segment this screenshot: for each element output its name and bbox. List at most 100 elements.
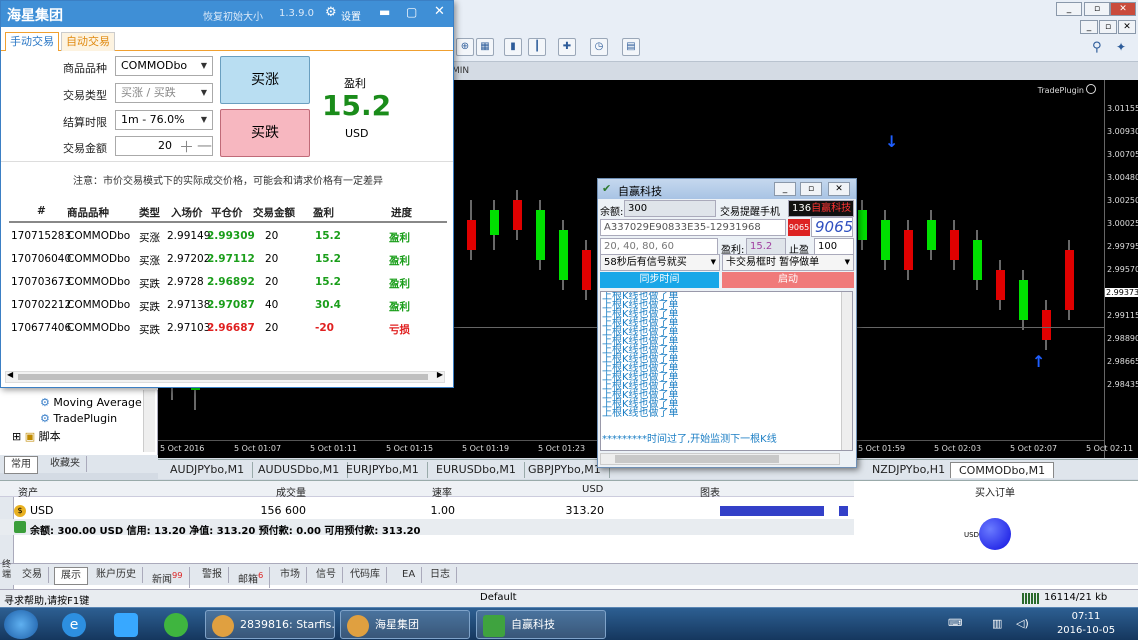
taskbar-zhiying[interactable]: 自赢科技 xyxy=(476,610,606,639)
scroll-left-icon[interactable]: ◀ xyxy=(7,370,13,379)
table-row[interactable]: 170715283 COMMODbo 买涨 2.99149 2.99309 20 15.2 盈… xyxy=(1,230,453,250)
tray-volume-icon[interactable]: ◁) xyxy=(1016,617,1029,630)
terminal-tab[interactable]: 交易 xyxy=(16,567,49,583)
tab-common[interactable]: 常用 xyxy=(4,456,38,474)
clock-time[interactable]: 07:11 xyxy=(1058,611,1114,622)
tray-keyboard-icon[interactable]: ⌨ xyxy=(948,618,962,629)
chart-tab[interactable]: AUDJPYbo,M1 xyxy=(162,462,254,478)
terminal-tab[interactable]: EA xyxy=(396,567,423,583)
candle-body xyxy=(973,240,982,280)
terminal-tab[interactable]: 邮箱6 xyxy=(232,567,271,589)
start-button[interactable]: 启动 xyxy=(722,272,854,288)
horizontal-scrollbar[interactable]: ◀ ▶ xyxy=(5,370,445,383)
bird-app-icon[interactable] xyxy=(114,613,138,637)
terminal-tab[interactable]: 警报 xyxy=(196,567,229,583)
haixing-titlebar[interactable]: 海星集团 恢复初始大小 1.3.9.0 ⚙ 设置 ▬ ▢ ✕ xyxy=(1,1,453,27)
expiry-select[interactable]: 1m - 76.0% ▼ xyxy=(115,110,213,130)
candlestick-icon[interactable]: ┃ xyxy=(528,38,546,56)
signal-wait-select[interactable]: 58秒后有信号就买 ▼ xyxy=(600,254,720,271)
timeframe-label[interactable]: MIN xyxy=(452,66,469,76)
zhiying-titlebar[interactable]: ✔ 自赢科技 _ ▫ ✕ xyxy=(598,179,856,199)
tray-network-icon[interactable]: ▥ xyxy=(992,617,1002,630)
settings-icon[interactable]: ⚙ xyxy=(325,5,337,20)
bar-chart-icon[interactable]: ▮ xyxy=(504,38,522,56)
child-minimize-icon[interactable]: _ xyxy=(1080,20,1098,34)
close-icon[interactable]: ✕ xyxy=(828,182,850,196)
pause-mode-select[interactable]: 卡交易框时 暂停做单 ▼ xyxy=(722,254,854,271)
product-select[interactable]: COMMODbo ▼ xyxy=(115,56,213,76)
zoom-in-icon[interactable]: ⊕ xyxy=(456,38,474,56)
taskbar-haixing[interactable]: 海星集团 xyxy=(340,610,470,639)
start-button[interactable] xyxy=(4,610,38,639)
maximize-icon[interactable]: ▫ xyxy=(1084,2,1110,16)
log-scrollbar[interactable] xyxy=(841,292,852,450)
child-close-icon[interactable]: ✕ xyxy=(1118,20,1136,34)
close-icon[interactable]: ✕ xyxy=(434,4,445,19)
terminal-tab[interactable]: 新闻99 xyxy=(146,567,190,589)
scroll-right-icon[interactable]: ▶ xyxy=(437,370,443,379)
terminal-tab[interactable]: 展示 xyxy=(54,567,88,585)
hscroll-thumb[interactable] xyxy=(615,455,779,463)
plus-icon[interactable]: ＋ xyxy=(179,136,194,157)
table-cell: 170715283 xyxy=(11,230,72,242)
candle-body xyxy=(881,220,890,260)
minimize-icon[interactable]: _ xyxy=(1056,2,1082,16)
settings-label[interactable]: 设置 xyxy=(341,8,361,23)
asset-usd[interactable]: USD xyxy=(30,504,54,517)
close-icon[interactable]: ✕ xyxy=(1110,2,1136,16)
buy-down-button[interactable]: 买跌 xyxy=(220,109,310,157)
terminal-tab[interactable]: 代码库 xyxy=(344,567,387,583)
navigator-scrollbar[interactable] xyxy=(143,390,155,452)
taskbar-mt4[interactable]: 2839816: Starfis... xyxy=(205,610,335,639)
profile-name[interactable]: Default xyxy=(480,592,517,603)
clock-date[interactable]: 2016-10-05 xyxy=(1056,625,1116,636)
indicators-icon[interactable]: ✚ xyxy=(558,38,576,56)
scrollbar-thumb[interactable] xyxy=(18,374,428,380)
price-tick: 2.98890 xyxy=(1107,334,1138,343)
amount-sequence[interactable]: 20, 40, 80, 60 xyxy=(600,238,718,255)
table-row[interactable]: 170677406 COMMODbo 买跌 2.97103 2.96687 20 -20 亏损 xyxy=(1,322,453,342)
360-browser-icon[interactable] xyxy=(164,613,188,637)
chart-tab[interactable]: AUDUSDbo,M1 xyxy=(250,462,349,478)
header-asset: 资产 xyxy=(18,488,38,499)
table-cell: COMMODbo xyxy=(67,276,131,288)
terminal-tab[interactable]: 账户历史 xyxy=(90,567,143,583)
tab-favorites[interactable]: 收藏夹 xyxy=(44,456,87,472)
table-row[interactable]: 170703673 COMMODbo 买跌 2.9728 2.96892 20 15.2 盈利 xyxy=(1,276,453,296)
periods-icon[interactable]: ◷ xyxy=(590,38,608,56)
tab-manual-trade[interactable]: 手动交易 xyxy=(5,32,59,51)
buy-up-button[interactable]: 买涨 xyxy=(220,56,310,104)
maximize-icon[interactable]: ▫ xyxy=(800,182,822,196)
terminal-tab[interactable]: 市场 xyxy=(274,567,307,583)
trade-type-select[interactable]: 买涨 / 买跌 ▼ xyxy=(115,83,213,103)
search-icon[interactable]: ⚲ xyxy=(1092,40,1102,55)
terminal-tab[interactable]: 日志 xyxy=(424,567,457,583)
table-row[interactable]: 170706040 COMMODbo 买涨 2.97202 2.97112 20 15.2 盈… xyxy=(1,253,453,273)
table-row[interactable]: 170702212 COMMODbo 买跌 2.97138 2.97087 40 30.4 盈… xyxy=(1,299,453,319)
log-hscrollbar[interactable] xyxy=(600,453,840,465)
chart-tab[interactable]: NZDJPYbo,H1 xyxy=(864,462,955,478)
terminal-tab[interactable]: 信号 xyxy=(310,567,343,583)
restore-size-link[interactable]: 恢复初始大小 xyxy=(203,8,263,23)
price-tick: 3.00025 xyxy=(1107,219,1138,228)
tile-windows-icon[interactable]: ▦ xyxy=(476,38,494,56)
templates-icon[interactable]: ▤ xyxy=(622,38,640,56)
chart-tab[interactable]: COMMODbo,M1 xyxy=(950,462,1055,478)
minus-icon[interactable]: — xyxy=(197,136,212,154)
sync-time-button[interactable]: 同步时间 xyxy=(600,272,719,288)
take-profit-input[interactable]: 100 xyxy=(814,238,854,255)
tab-auto-trade[interactable]: 自动交易 xyxy=(61,32,115,51)
minimize-icon[interactable]: _ xyxy=(774,182,796,196)
ie-icon[interactable]: e xyxy=(62,613,86,637)
minimize-icon[interactable]: ▬ xyxy=(379,5,390,19)
community-icon[interactable]: ✦ xyxy=(1116,40,1126,54)
child-restore-icon[interactable]: ▫ xyxy=(1099,20,1117,34)
nav-item-scripts[interactable]: ⊞ ▣ 脚本 xyxy=(12,428,61,444)
maximize-icon[interactable]: ▢ xyxy=(406,5,417,19)
remind-phone[interactable]: 136自赢科技 xyxy=(788,200,854,217)
nav-item-moving-average[interactable]: ⚙ Moving Average xyxy=(40,396,142,409)
chart-tab[interactable]: EURUSDbo,M1 xyxy=(428,462,525,478)
chart-tab[interactable]: EURJPYbo,M1 xyxy=(338,462,428,478)
captcha-code[interactable]: 9065 xyxy=(811,217,853,237)
nav-item-tradeplugin[interactable]: ⚙ TradePlugin xyxy=(40,412,117,425)
